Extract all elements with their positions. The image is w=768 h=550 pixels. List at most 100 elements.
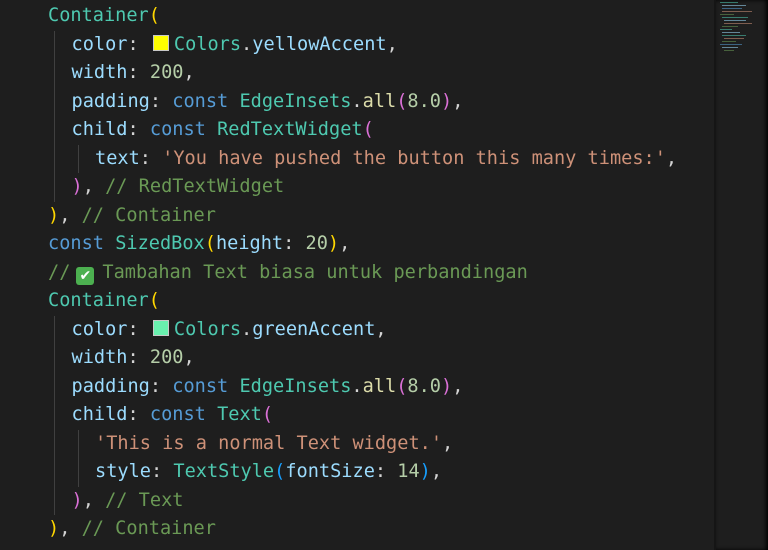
code-line[interactable]: padding: const EdgeInsets.all(8.0), — [0, 372, 714, 401]
green-accent-swatch[interactable] — [152, 319, 169, 336]
indent-guide — [54, 458, 55, 487]
code-line[interactable]: color: Colors.greenAccent, — [0, 315, 714, 344]
code-token: , — [430, 461, 443, 482]
code-token: : — [150, 461, 174, 482]
code-token: ) — [48, 204, 60, 226]
minimap-line — [724, 50, 734, 51]
code-token: // RedTextWidget — [105, 176, 285, 197]
code-token: . — [351, 90, 363, 112]
code-token: 200 — [149, 62, 184, 83]
code-token: padding — [71, 90, 150, 112]
code-line[interactable]: ), // Container — [0, 202, 714, 231]
code-token: : — [127, 33, 150, 55]
code-editor[interactable]: Container(color: Colors.yellowAccent, wid… — [0, 0, 714, 550]
code-line[interactable]: Container( — [0, 287, 714, 316]
minimap-line — [722, 32, 740, 33]
code-line-content: Container( — [48, 2, 160, 31]
code-line[interactable]: child: const RedTextWidget( — [0, 116, 714, 145]
code-token: Container — [48, 5, 149, 26]
code-line[interactable]: width: 200, — [0, 344, 714, 373]
code-token: // Container — [81, 518, 216, 539]
code-line-content: child: const Text( — [72, 401, 274, 430]
code-token: greenAccent — [252, 318, 376, 340]
code-token: : — [149, 375, 173, 397]
yellow-accent-swatch[interactable] — [152, 34, 169, 51]
code-token: , — [442, 432, 454, 454]
minimap-line — [722, 11, 752, 12]
minimap-line — [720, 14, 734, 15]
minimap-line — [724, 38, 744, 39]
code-token: 14 — [397, 461, 420, 482]
code-token: const — [172, 375, 229, 397]
code-line[interactable]: ), // Text — [0, 486, 714, 515]
minimap-line — [722, 41, 736, 42]
code-token: : — [127, 404, 150, 425]
indent-guide — [54, 344, 55, 373]
code-token: ( — [362, 119, 374, 140]
indent-guide — [54, 87, 55, 116]
code-token: width — [71, 347, 128, 368]
code-area[interactable]: Container(color: Colors.yellowAccent, wid… — [0, 2, 714, 544]
indent-guide — [54, 486, 55, 515]
code-token: , — [452, 90, 464, 112]
code-line-content: // ✔ Tambahan Text biasa untuk perbandinga… — [48, 259, 528, 288]
code-token: ) — [71, 489, 83, 511]
code-line[interactable]: style: TextStyle(fontSize: 14), — [0, 458, 714, 487]
code-token: color — [71, 33, 128, 55]
code-line-content: color: Colors.yellowAccent, — [72, 31, 398, 60]
indent-guide — [54, 116, 55, 145]
code-token: style — [95, 461, 151, 482]
code-line[interactable]: padding: const EdgeInsets.all(8.0), — [0, 87, 714, 116]
code-token: , — [183, 347, 195, 368]
code-line[interactable]: width: 200, — [0, 59, 714, 88]
code-token: , — [339, 233, 351, 254]
code-line[interactable]: // ✔ Tambahan Text biasa untuk perbandinga… — [0, 259, 714, 288]
code-line-content: const SizedBox(height: 20), — [48, 230, 350, 259]
code-line[interactable]: color: Colors.yellowAccent, — [0, 30, 714, 60]
code-token: ( — [148, 5, 160, 26]
code-token: : — [283, 233, 306, 254]
code-line[interactable]: ), // Container — [0, 515, 714, 544]
code-line[interactable]: 'This is a normal Text widget.', — [0, 429, 714, 458]
minimap-line — [722, 8, 742, 9]
code-token: , — [452, 375, 464, 397]
minimap-line — [722, 26, 738, 27]
code-token: ( — [396, 375, 408, 397]
code-token: const — [149, 404, 206, 425]
code-line[interactable]: const SizedBox(height: 20), — [0, 230, 714, 259]
code-token: . — [241, 318, 253, 340]
minimap-line — [722, 17, 748, 18]
code-token: ) — [441, 375, 453, 397]
minimap-line — [720, 29, 732, 30]
code-line[interactable]: child: const Text( — [0, 401, 714, 430]
code-line[interactable]: Container( — [0, 2, 714, 31]
code-token: , — [82, 489, 106, 511]
code-token: Tambahan Text biasa untuk perbandingan — [102, 261, 528, 283]
code-line[interactable]: ), // RedTextWidget — [0, 173, 714, 202]
code-token: ) — [419, 461, 431, 482]
code-token: ( — [261, 404, 274, 425]
indent-guide — [54, 429, 55, 458]
code-token: : — [127, 318, 150, 340]
code-token: , — [386, 33, 398, 55]
code-token: ) — [48, 518, 60, 539]
code-token: const — [172, 90, 229, 112]
indent-guide — [54, 372, 55, 401]
indent-guide — [54, 30, 55, 59]
code-token: ( — [204, 233, 216, 254]
code-line-content: text: 'You have pushed the button this m… — [95, 145, 677, 174]
minimap-line — [722, 47, 738, 48]
code-line-content: Container( — [48, 287, 160, 316]
minimap-line — [724, 20, 746, 21]
code-token: : — [127, 119, 150, 140]
code-token: Container — [48, 290, 149, 311]
code-token: , — [183, 62, 195, 83]
code-line[interactable]: text: 'You have pushed the button this m… — [0, 144, 714, 174]
minimap[interactable] — [716, 0, 768, 550]
code-token: 200 — [149, 347, 184, 368]
code-token: ( — [396, 90, 408, 112]
code-token: child — [71, 119, 128, 140]
